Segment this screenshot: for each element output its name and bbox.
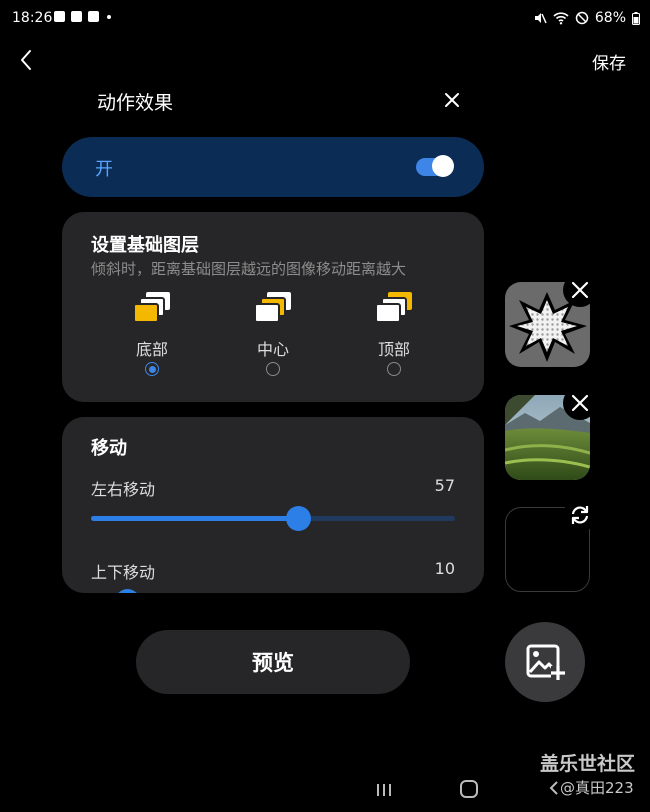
recent-apps-button[interactable] [376,782,392,796]
switch-knob [432,155,454,177]
layer-option-radio[interactable] [387,362,401,376]
horizontal-move-label: 左右移动 [91,480,156,499]
shopping-bag-icon [71,11,82,22]
base-layer-card: 设置基础图层 倾斜时，距离基础图层越远的图像移动距离越大 底部 中心 顶部 [62,212,484,402]
slider-fill [91,516,299,521]
preview-button[interactable]: 预览 [136,630,410,694]
panel-title: 动作效果 [97,92,174,114]
refresh-icon [571,506,589,524]
more-notifications-dot-icon [107,14,111,19]
home-button[interactable] [460,780,478,798]
back-button[interactable] [16,48,38,72]
chevron-left-icon [21,50,31,70]
status-system-icons: 68% [533,10,640,26]
layers-top-icon [375,292,412,323]
base-layer-title: 设置基础图层 [91,235,199,256]
base-layer-description: 倾斜时，距离基础图层越远的图像移动距离越大 [91,260,407,278]
move-card: 移动 左右移动 57 上下移动 10 [62,417,484,593]
layer-option-bottom[interactable]: 底部 [112,290,192,400]
add-image-icon [526,644,565,680]
move-title: 移动 [91,438,127,459]
gallery-notification-icon [54,11,65,22]
close-icon [445,93,459,107]
nav-back-button[interactable] [548,780,560,796]
status-bar: 18:26 68% [0,0,650,36]
battery-percent: 68% [594,10,626,26]
add-image-layer-button[interactable] [505,622,585,702]
layer-option-radio[interactable] [145,362,159,376]
motion-effect-toggle-row[interactable]: 开 [62,137,484,197]
shopping-bag-icon-2 [88,11,99,22]
recent-apps-icon [377,784,391,796]
status-notification-icons [54,11,111,22]
layer-option-label: 中心 [256,340,289,359]
layer-option-label: 底部 [135,340,168,359]
layer-option-top[interactable]: 顶部 [354,290,434,400]
close-icon [571,394,589,412]
mute-icon [534,13,547,24]
nav-back-icon [549,781,558,795]
battery-icon [632,11,640,25]
do-not-disturb-icon [575,11,589,25]
vertical-move-label: 上下移动 [91,563,156,582]
replace-layer-button[interactable] [563,498,597,532]
layers-bottom-icon [133,292,170,323]
toggle-label: 开 [95,159,113,180]
slider-thumb[interactable] [285,506,311,531]
horizontal-move-value: 57 [434,476,455,495]
layer-option-radio[interactable] [266,362,280,376]
remove-layer-landscape-button[interactable] [563,386,597,420]
motion-effect-switch[interactable] [416,155,454,177]
close-panel-button[interactable] [440,88,464,112]
close-icon [571,281,589,299]
slider-thumb[interactable] [114,589,140,593]
watermark-user: @真田223 [560,779,634,797]
layer-option-center[interactable]: 中心 [233,290,313,400]
horizontal-move-slider[interactable] [91,506,455,531]
save-button[interactable]: 保存 [592,49,626,74]
layers-center-icon [254,292,291,323]
layer-option-label: 顶部 [377,340,410,359]
status-time: 18:26 [12,10,53,26]
wifi-icon [553,12,569,25]
watermark-community: 盖乐世社区 [540,753,636,775]
remove-layer-burst-button[interactable] [563,273,597,307]
vertical-move-value: 10 [434,559,455,578]
